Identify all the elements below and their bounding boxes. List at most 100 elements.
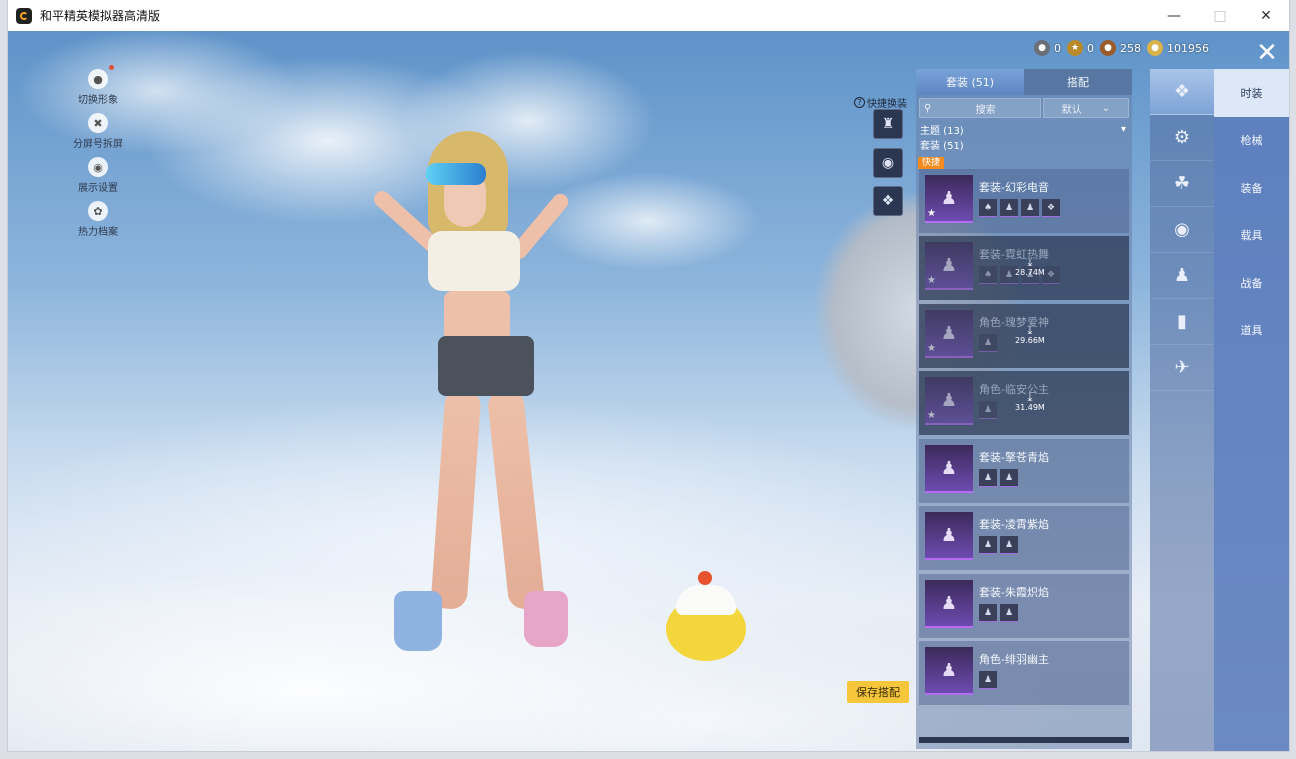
left-menu: ● 切换形象 ✖ 分屏号拆屏 ◉ 展示设置 ✿ 热力档案 (68, 65, 128, 245)
rail-vehicle[interactable]: ✈ (1150, 345, 1214, 391)
rail-parachute[interactable]: ♟ (1150, 253, 1214, 299)
tab-sets[interactable]: 套装 (51) (916, 69, 1024, 95)
window-title: 和平精英模拟器高清版 (40, 9, 161, 23)
outfit-thumbnail: ♟ (925, 445, 973, 493)
switch-avatar-button[interactable]: ● 切换形象 (68, 65, 128, 106)
character-model[interactable] (338, 131, 598, 691)
app-window: 和平精英模拟器高清版 — □ ✕ ● 切换形象 ✖ 分屏号拆屏 ◉ 展示设置 ✿… (8, 0, 1289, 751)
quick-slot-badge[interactable]: ◉ (873, 148, 903, 178)
minimize-button[interactable]: — (1151, 0, 1197, 31)
part-icon: ♟ (979, 334, 997, 352)
outfit-thumbnail: ♟ ★ (925, 242, 973, 290)
category-guns[interactable]: 枪械 (1214, 117, 1289, 165)
display-settings-button[interactable]: ◉ 展示设置 (68, 157, 128, 194)
gold-badge-icon: ★ (1067, 40, 1083, 56)
outfit-icon: ❖ (1173, 81, 1191, 102)
quick-slot-outfit[interactable]: ♜ (873, 109, 903, 139)
save-outfit-button[interactable]: 保存搭配 (847, 681, 909, 703)
category-nav: 时装 枪械 装备 载具 战备 道具 (1214, 69, 1289, 751)
outfit-card[interactable]: ♟ ★ 角色-瑰梦爱神 ♟ ⤓ 29.66M (919, 304, 1129, 368)
rail-weapon[interactable]: ⚙ (1150, 115, 1214, 161)
category-fashion[interactable]: 时装 (1214, 69, 1289, 117)
medal-icon: ● (1034, 40, 1050, 56)
character-goggles (426, 163, 486, 185)
outfit-thumbnail: ♟ ★ (925, 310, 973, 358)
sort-dropdown[interactable]: 默认 ⌄ (1043, 98, 1129, 118)
download-icon: ⤓ (1027, 324, 1033, 337)
flame-icon: ✿ (88, 201, 108, 221)
close-window-button[interactable]: ✕ (1243, 0, 1289, 31)
outfit-card[interactable]: ♟ 套装-朱霞炽焰 ♟ ♟ (919, 574, 1129, 638)
favorite-star-icon[interactable]: ★ (927, 275, 936, 286)
bronze-coin-icon: ● (1100, 40, 1116, 56)
outfit-parts: ♟ ♟ (979, 604, 1018, 622)
rail-outfit[interactable]: ❖ (1150, 69, 1214, 115)
quick-tag-badge: 快捷 (918, 157, 945, 169)
download-indicator[interactable]: ⤓ 31.49M (1015, 392, 1045, 412)
maximize-button[interactable]: □ (1197, 0, 1243, 31)
vehicle-icon: ✈ (1174, 357, 1190, 378)
favorite-star-icon[interactable]: ★ (927, 208, 936, 219)
search-input[interactable]: ⚲ 搜索 (919, 98, 1041, 118)
avatar-icon: ● (88, 65, 114, 89)
part-icon: ♟ (1000, 604, 1018, 622)
outfit-card[interactable]: ♟ 套装-凌霄紫焰 ♟ ♟ (919, 506, 1129, 570)
part-icon: ♟ (1000, 199, 1018, 217)
gold-coin-icon: ● (1147, 40, 1163, 56)
outfit-card[interactable]: ♟ ★ 套装-幻彩电音 ♠ ♟ ♟ ❖ (919, 169, 1129, 233)
download-indicator[interactable]: ⤓ 28.74M (1015, 256, 1045, 277)
rail-gear[interactable]: ☘ (1150, 161, 1214, 207)
download-size: 29.66M (1015, 336, 1045, 345)
category-tactical[interactable]: 战备 (1214, 259, 1289, 307)
theme-filter[interactable]: 主题 (13) ▾ (916, 121, 1132, 137)
part-icon: ♟ (979, 536, 997, 554)
download-icon: ⤓ (1027, 256, 1033, 269)
outfit-name: 套装-幻彩电音 (979, 181, 1049, 194)
category-equipment[interactable]: 装备 (1214, 164, 1289, 212)
outfit-panel: 套装 (51) 搭配 ⚲ 搜索 默认 ⌄ 主题 (13) ▾ 套装 (51) 快… (916, 69, 1132, 749)
character-waist (444, 291, 510, 341)
character-boot-right (524, 591, 568, 647)
switch-avatar-label: 切换形象 (78, 95, 118, 106)
rail-pants[interactable]: ▮ (1150, 299, 1214, 345)
close-game-button[interactable]: ✕ (1253, 39, 1281, 67)
quick-change-label[interactable]: ? 快捷换装 (854, 95, 907, 110)
part-icon: ♟ (979, 469, 997, 487)
outfit-card[interactable]: ♟ ★ 套装-霓虹热舞 ♠ ♟ ♟ ❖ ⤓ 28.74M (919, 236, 1129, 300)
tab-combos[interactable]: 搭配 (1024, 69, 1132, 95)
part-icon: ❖ (1042, 199, 1060, 217)
quick-slot-wings[interactable]: ❖ (873, 186, 903, 216)
outfit-card[interactable]: ♟ ★ 角色-临安公主 ♟ ⤓ 31.49M (919, 371, 1129, 435)
favorite-star-icon[interactable]: ★ (927, 343, 936, 354)
category-props[interactable]: 道具 (1214, 307, 1289, 355)
outfit-parts: ♟ (979, 401, 997, 419)
download-size: 31.49M (1015, 403, 1045, 412)
category-vehicles[interactable]: 载具 (1214, 212, 1289, 260)
download-indicator[interactable]: ⤓ 29.66M (1015, 324, 1045, 345)
split-screen-button[interactable]: ✖ 分屏号拆屏 (68, 113, 128, 150)
outfit-card[interactable]: ♟ 角色-绯羽幽主 ♟ (919, 641, 1129, 705)
sort-value: 默认 (1061, 104, 1082, 116)
pants-icon: ▮ (1177, 311, 1187, 332)
part-icon: ♟ (1021, 199, 1039, 217)
currency-gold-badge-value: 0 (1087, 41, 1094, 55)
favorite-star-icon[interactable]: ★ (927, 410, 936, 421)
currency-bar: ● 0 ★ 0 ● 258 ● 101956 (1034, 40, 1209, 56)
split-icon: ✖ (88, 113, 108, 133)
panel-scroll-end (919, 737, 1129, 743)
rail-helmet[interactable]: ◉ (1150, 207, 1214, 253)
outfit-card[interactable]: ♟ 套装-擎苍青焰 ♟ ♟ (919, 439, 1129, 503)
part-icon: ♠ (979, 199, 997, 217)
heat-archive-button[interactable]: ✿ 热力档案 (68, 201, 128, 238)
help-icon[interactable]: ? (854, 97, 865, 108)
outfit-thumbnail: ♟ ★ (925, 377, 973, 425)
outfit-parts: ♠ ♟ ♟ ❖ (979, 199, 1060, 217)
panel-tabs: 套装 (51) 搭配 (916, 69, 1132, 95)
outfit-figure-icon: ♜ (881, 116, 895, 132)
theme-filter-label: 主题 (13) (920, 125, 964, 137)
currency-medal: ● 0 (1034, 40, 1061, 56)
game-viewport: ● 切换形象 ✖ 分屏号拆屏 ◉ 展示设置 ✿ 热力档案 ● 0 ★ 0 ● 2… (8, 31, 1289, 751)
outfit-name: 角色-绯羽幽主 (979, 653, 1049, 666)
outfit-name: 套装-凌霄紫焰 (979, 518, 1049, 531)
chevron-down-icon: ⌄ (1101, 102, 1111, 114)
